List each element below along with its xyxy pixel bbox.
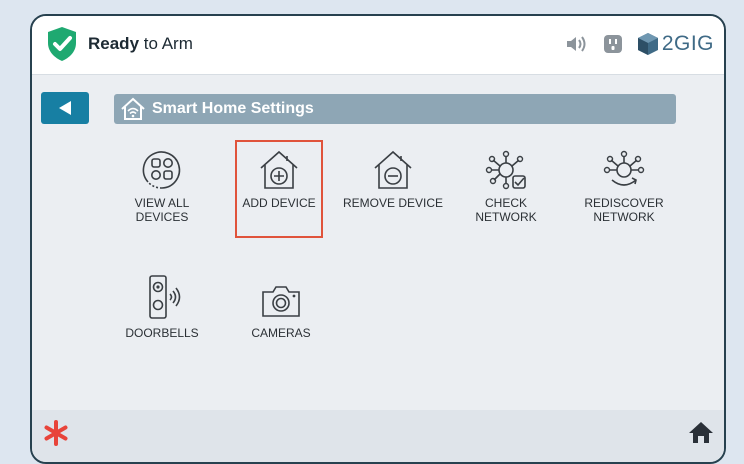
shield-check-icon xyxy=(48,27,76,61)
view-all-devices-button[interactable]: VIEW ALL DEVICES xyxy=(110,148,214,224)
tile-label-line1: REMOVE DEVICE xyxy=(342,196,444,210)
cameras-button[interactable]: CAMERAS xyxy=(238,278,324,340)
doorbell-icon xyxy=(149,275,181,319)
house-minus-icon xyxy=(374,150,412,189)
back-button[interactable] xyxy=(41,92,89,124)
wifi-house-icon xyxy=(120,97,146,121)
page-title-bar: Smart Home Settings xyxy=(114,94,676,124)
status-bar: Ready to Arm 2GIG xyxy=(32,16,724,75)
selection-highlight xyxy=(235,140,323,238)
tile-label-line1: REDISCOVER xyxy=(584,196,664,210)
panel-frame: Ready to Arm 2GIG Smart Home Settings VI… xyxy=(30,14,726,464)
arm-status-rest: to Arm xyxy=(139,34,193,53)
tile-label-line1: CHECK xyxy=(484,196,527,210)
tile-label-line1: CAMERAS xyxy=(251,326,311,340)
page-title: Smart Home Settings xyxy=(152,100,314,117)
2gig-cube-icon xyxy=(637,33,658,55)
tile-label-line2: DEVICES xyxy=(135,210,189,224)
view-all-devices-icon xyxy=(142,151,181,189)
arm-status-strong: Ready xyxy=(88,34,140,53)
camera-icon xyxy=(262,286,300,317)
speaker-icon[interactable] xyxy=(565,34,589,54)
arm-status[interactable]: Ready to Arm xyxy=(88,34,193,54)
power-outlet-icon[interactable] xyxy=(603,34,623,54)
check-network-button[interactable]: CHECK NETWORK xyxy=(460,148,552,224)
bottom-bar xyxy=(32,410,724,462)
network-refresh-icon xyxy=(603,150,645,186)
rediscover-network-button[interactable]: REDISCOVER NETWORK xyxy=(572,148,676,224)
tile-label-line1: VIEW ALL xyxy=(134,196,190,210)
tile-label-line2: NETWORK xyxy=(593,210,655,224)
triangle-left-icon xyxy=(59,101,71,115)
moon-icon[interactable] xyxy=(531,33,551,55)
top-icons: 2GIG xyxy=(531,30,714,58)
brand-name: 2GIG xyxy=(661,32,714,55)
brand-logo: 2GIG xyxy=(637,32,714,56)
asterisk-icon[interactable] xyxy=(44,420,68,451)
tile-label-line2: NETWORK xyxy=(475,210,537,224)
home-icon[interactable] xyxy=(688,420,714,449)
remove-device-button[interactable]: REMOVE DEVICE xyxy=(338,148,448,210)
network-check-icon xyxy=(485,150,526,190)
tile-label-line1: DOORBELLS xyxy=(125,326,199,340)
doorbells-button[interactable]: DOORBELLS xyxy=(118,272,206,340)
